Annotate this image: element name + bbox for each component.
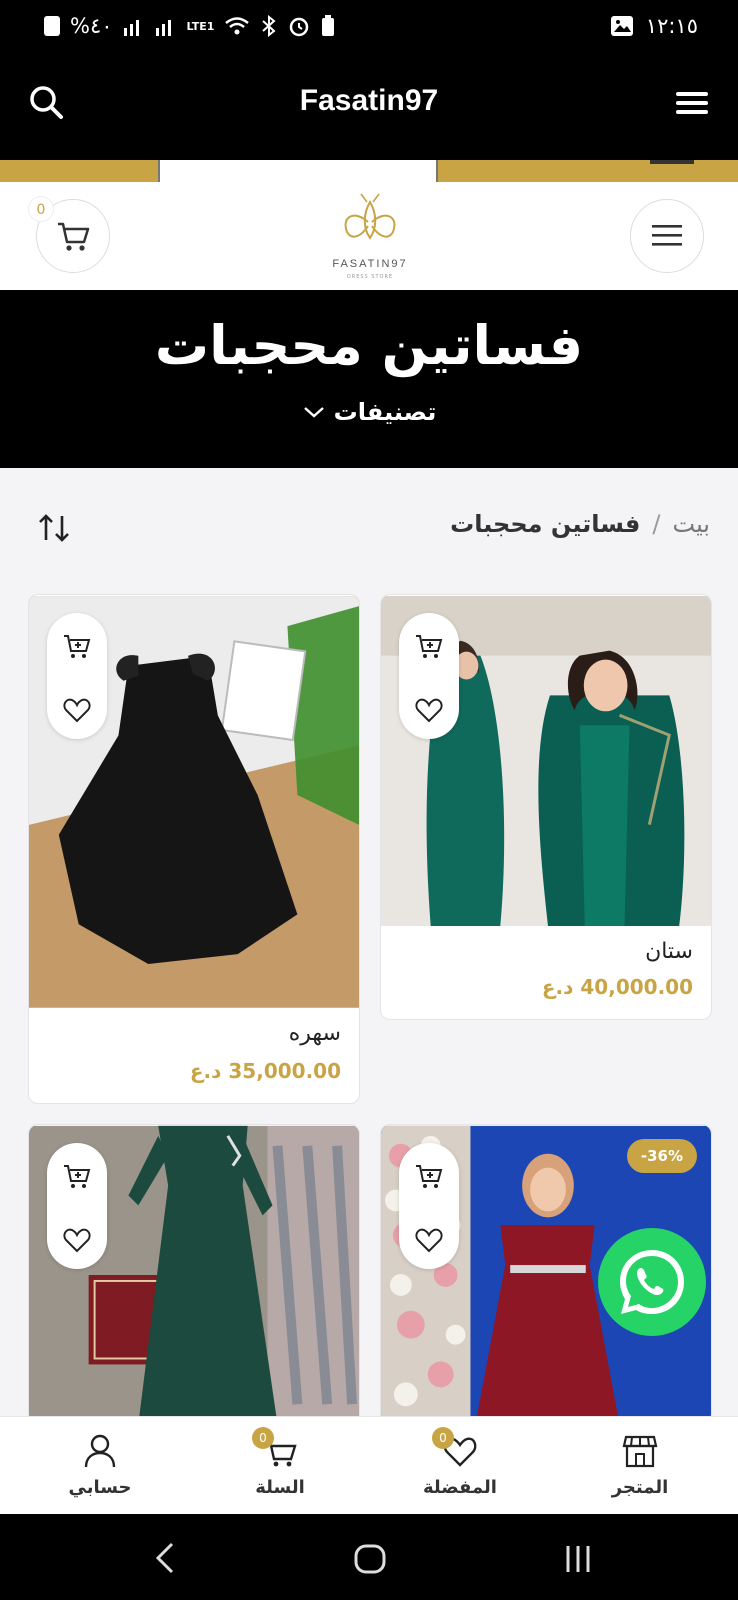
product-card[interactable]: سهره 35,000.00 د.ع (28, 594, 360, 1104)
system-nav-bar (0, 1514, 738, 1600)
breadcrumb-current: فساتين محجبات (450, 510, 641, 538)
hamburger-icon (652, 225, 682, 246)
sort-icon[interactable] (36, 512, 72, 544)
status-bar: %٤٠ LTE1 ١٢:١٥ (0, 0, 738, 56)
product-actions (47, 613, 107, 739)
logo-subtitle: DRESS STORE (346, 274, 394, 280)
user-icon (84, 1434, 116, 1468)
nav-label: السلة (255, 1477, 305, 1498)
nav-wishlist[interactable]: 0 المفضلة (400, 1417, 520, 1515)
categories-label: تصنيفات (333, 398, 437, 426)
logo-brand: FASATIN97 (332, 258, 408, 270)
add-to-cart-icon[interactable] (62, 1163, 92, 1191)
wishlist-heart-icon[interactable] (63, 697, 91, 723)
battery-icon (322, 15, 335, 36)
site-logo[interactable]: FASATIN97 DRESS STORE (320, 190, 420, 286)
cart-count-badge: 0 (28, 196, 54, 222)
nav-badge: 0 (252, 1427, 274, 1449)
product-actions (399, 1143, 459, 1269)
product-name[interactable]: سهره (289, 1021, 341, 1046)
product-price: 40,000.00 د.ع (541, 975, 693, 999)
breadcrumb: بيت / فساتين محجبات (450, 510, 710, 538)
nav-store[interactable]: المتجر (580, 1417, 700, 1515)
wishlist-heart-icon[interactable] (415, 1227, 443, 1253)
nav-account[interactable]: حسابي (40, 1417, 160, 1515)
app-bar: Fasatin97 (0, 56, 738, 160)
menu-icon[interactable] (672, 86, 712, 120)
store-icon (622, 1435, 658, 1468)
signal-icon (155, 20, 171, 36)
header-menu-button[interactable] (630, 199, 704, 273)
product-card[interactable] (28, 1124, 360, 1424)
site-header: 0 FASATIN97 DRESS STORE (0, 182, 738, 290)
product-actions (47, 1143, 107, 1269)
product-price: 35,000.00 د.ع (189, 1059, 341, 1083)
nav-label: المتجر (611, 1477, 669, 1498)
cart-icon (58, 222, 90, 251)
signal-icon (123, 20, 139, 36)
gallery-icon (610, 16, 633, 36)
categories-dropdown[interactable]: تصنيفات (0, 398, 738, 426)
product-name[interactable]: ستان (645, 939, 693, 964)
bluetooth-icon (262, 15, 276, 37)
nav-cart[interactable]: 0 السلة (220, 1417, 340, 1515)
home-icon[interactable] (352, 1538, 388, 1578)
add-to-cart-icon[interactable] (62, 633, 92, 661)
wifi-icon (225, 17, 250, 35)
breadcrumb-separator: / (652, 510, 661, 538)
nav-label: حسابي (68, 1477, 132, 1498)
wishlist-heart-icon[interactable] (63, 1227, 91, 1253)
logo-bee-icon (344, 193, 396, 240)
bottom-nav: حسابي 0 السلة 0 المفضلة المتجر (0, 1416, 738, 1514)
product-card[interactable]: ستان 40,000.00 د.ع (380, 594, 712, 1020)
whatsapp-button[interactable] (598, 1228, 706, 1336)
app-title: Fasatin97 (299, 84, 439, 117)
category-hero: فساتين محجبات تصنيفات (0, 290, 738, 468)
breadcrumb-home[interactable]: بيت (673, 510, 711, 538)
wishlist-heart-icon[interactable] (415, 697, 443, 723)
back-icon[interactable] (150, 1538, 180, 1578)
divider (650, 160, 694, 164)
whatsapp-icon (620, 1250, 684, 1314)
nav-badge: 0 (432, 1427, 454, 1449)
battery-saver-icon (44, 16, 60, 36)
nav-label: المفضلة (423, 1477, 497, 1498)
product-actions (399, 613, 459, 739)
lte-label: LTE1 (186, 19, 215, 33)
page-title: فساتين محجبات (154, 314, 584, 377)
add-to-cart-icon[interactable] (414, 1163, 444, 1191)
add-to-cart-icon[interactable] (414, 633, 444, 661)
sale-badge: -36% (626, 1139, 697, 1173)
clock: ١٢:١٥ (645, 14, 698, 38)
battery-percent: %٤٠ (70, 14, 113, 38)
recents-icon[interactable] (560, 1538, 596, 1578)
chevron-down-icon (303, 407, 324, 418)
alarm-icon (290, 17, 309, 37)
